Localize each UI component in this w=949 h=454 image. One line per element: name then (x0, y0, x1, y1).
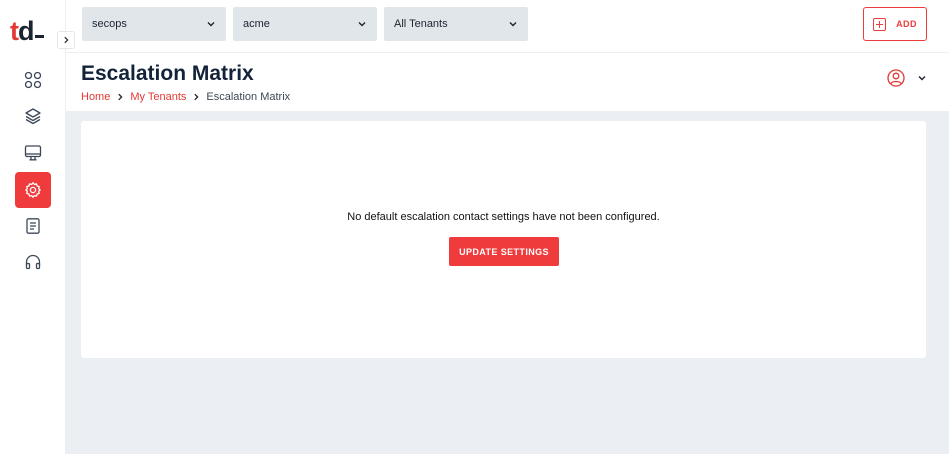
update-settings-button[interactable]: UPDATE SETTINGS (449, 237, 559, 266)
logo-underscore (34, 35, 44, 38)
add-button-label: ADD (896, 19, 917, 29)
sidebar: td (0, 0, 66, 454)
chevron-down-icon (358, 22, 366, 27)
main-content: No default escalation contact settings h… (66, 111, 949, 454)
gear-icon (25, 182, 41, 198)
page-title: Escalation Matrix (81, 62, 254, 85)
sidebar-item-settings[interactable] (15, 172, 51, 208)
sidebar-item-dashboard[interactable] (15, 62, 51, 98)
logo-d: d (18, 16, 34, 46)
sidebar-item-layers[interactable] (15, 98, 51, 134)
breadcrumb-tenants-link[interactable]: My Tenants (130, 91, 186, 103)
sidebar-item-monitor[interactable] (15, 135, 51, 171)
page-header: Escalation Matrix Home My Tenants Escala… (66, 54, 949, 111)
headphones-icon (25, 254, 41, 270)
empty-state-message: No default escalation contact settings h… (347, 211, 660, 223)
chevron-down-icon (207, 22, 215, 27)
document-icon (26, 218, 40, 234)
logo-t: t (10, 16, 19, 46)
add-button[interactable]: ADD (863, 7, 927, 41)
monitor-icon (24, 145, 42, 161)
empty-state-card: No default escalation contact settings h… (81, 121, 926, 358)
breadcrumb: Home My Tenants Escalation Matrix (81, 91, 290, 103)
chevron-right-icon (64, 36, 69, 44)
customer-select[interactable]: acme (233, 7, 377, 41)
chevron-down-icon[interactable] (917, 73, 927, 83)
sidebar-toggle-button[interactable] (57, 31, 75, 49)
plus-square-icon (873, 17, 887, 31)
chevron-right-icon (118, 93, 123, 101)
customer-select-value: acme (243, 18, 270, 30)
tenant-select[interactable]: All Tenants (384, 7, 528, 41)
topbar: secops acme All Tenants ADD (66, 0, 949, 53)
org-select-value: secops (92, 18, 127, 30)
logo[interactable]: td (10, 16, 44, 46)
sidebar-item-support[interactable] (15, 244, 51, 280)
layers-icon (25, 108, 41, 125)
tenant-select-value: All Tenants (394, 18, 448, 30)
app-root: td secops acme All Tenants ADD Escalatio… (0, 0, 949, 454)
chevron-right-icon (194, 93, 199, 101)
org-select[interactable]: secops (82, 7, 226, 41)
sidebar-item-reports[interactable] (15, 208, 51, 244)
user-avatar-icon[interactable] (887, 69, 905, 87)
breadcrumb-home-link[interactable]: Home (81, 91, 110, 103)
chevron-down-icon (509, 22, 517, 27)
grid-icon (24, 71, 42, 89)
breadcrumb-current: Escalation Matrix (206, 91, 291, 103)
